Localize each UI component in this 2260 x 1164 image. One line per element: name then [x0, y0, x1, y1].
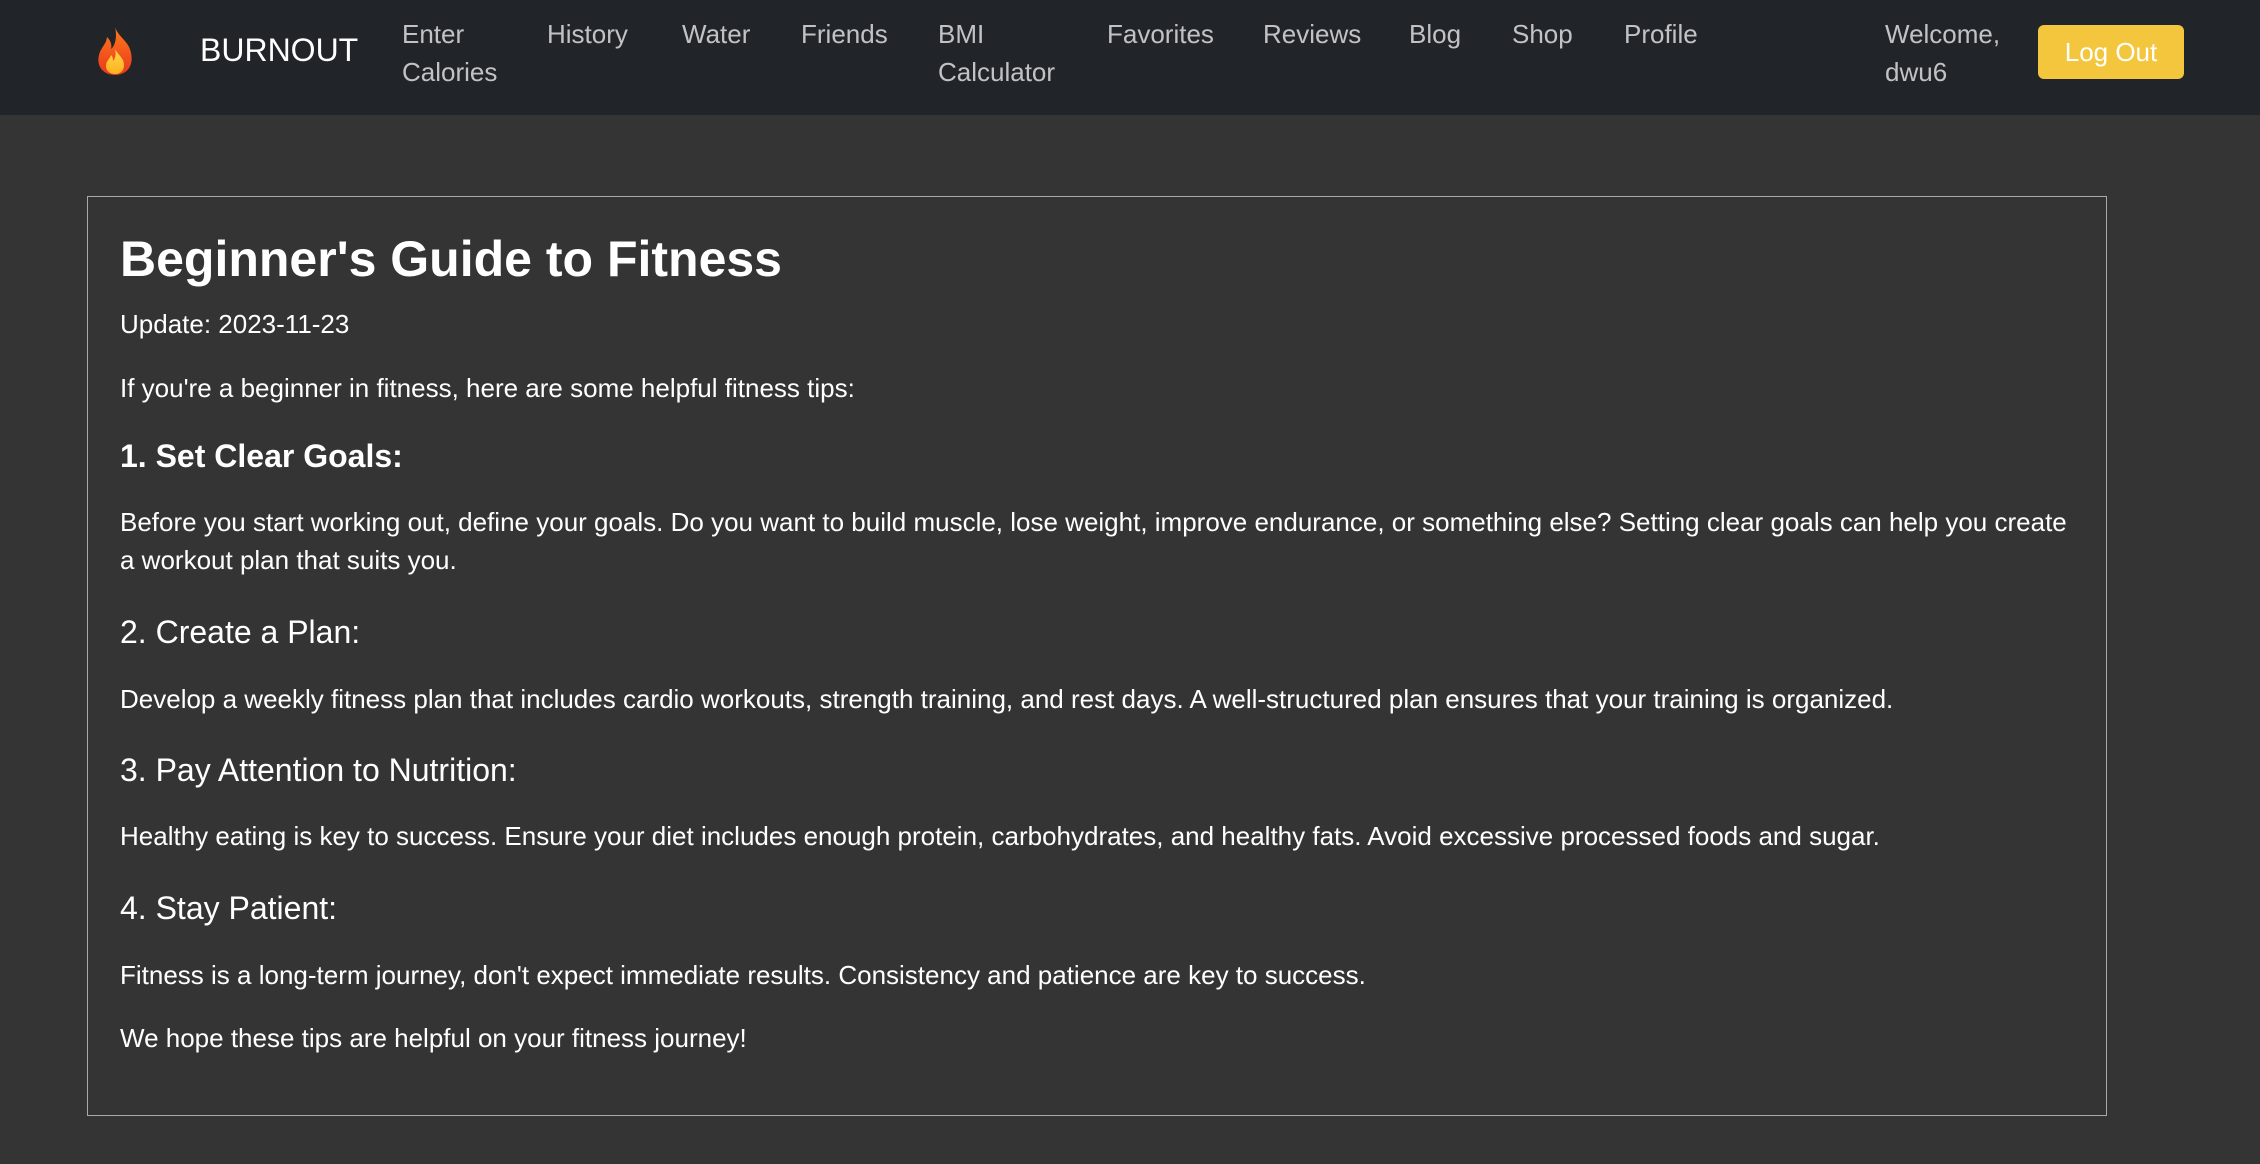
- brand-name[interactable]: BURNOUT: [200, 30, 358, 70]
- welcome-text: Welcome, dwu6: [1885, 15, 2000, 91]
- nav-link-label: Enter: [402, 19, 465, 49]
- nav-link-history[interactable]: History: [547, 15, 628, 53]
- section-heading: 4. Stay Patient:: [120, 890, 338, 926]
- nav-link-label: Blog: [1409, 19, 1462, 49]
- fire-icon[interactable]: [91, 25, 139, 77]
- nav-link-label: Calories: [402, 57, 498, 87]
- blog-article: Beginner's Guide to Fitness Update: 2023…: [87, 196, 2107, 1116]
- section-heading: 3. Pay Attention to Nutrition:: [120, 752, 517, 788]
- article-intro: If you're a beginner in fitness, here ar…: [120, 373, 855, 403]
- section-body: Develop a weekly fitness plan that inclu…: [120, 684, 1894, 714]
- nav-link-friends[interactable]: Friends: [801, 15, 888, 53]
- logout-button[interactable]: Log Out: [2038, 25, 2184, 79]
- section-body: Before you start working out, define you…: [120, 507, 2067, 575]
- section-heading: 1. Set Clear Goals:: [120, 438, 403, 474]
- nav-link-label: History: [547, 19, 628, 49]
- article-closing: We hope these tips are helpful on your f…: [120, 1023, 747, 1053]
- nav-link-label: BMI: [938, 19, 985, 49]
- nav-link-label: Water: [682, 19, 751, 49]
- nav-link-bmi-calculator[interactable]: BMI Calculator: [938, 15, 1055, 91]
- welcome-line: Welcome,: [1885, 19, 2001, 49]
- nav-link-label: Profile: [1624, 19, 1698, 49]
- nav-link-shop[interactable]: Shop: [1512, 15, 1573, 53]
- nav-link-reviews[interactable]: Reviews: [1263, 15, 1361, 53]
- nav-link-blog[interactable]: Blog: [1409, 15, 1461, 53]
- nav-link-label: Favorites: [1107, 19, 1214, 49]
- nav-link-water[interactable]: Water: [682, 15, 750, 53]
- username: dwu6: [1885, 57, 1948, 87]
- nav-link-enter-calories[interactable]: Enter Calories: [402, 15, 497, 91]
- article-update-date: Update: 2023-11-23: [120, 309, 350, 339]
- article-title: Beginner's Guide to Fitness: [120, 231, 782, 287]
- section-body: Healthy eating is key to success. Ensure…: [120, 821, 1880, 851]
- top-navbar: BURNOUT Enter Calories History Water Fri…: [0, 0, 2260, 115]
- nav-link-favorites[interactable]: Favorites: [1107, 15, 1214, 53]
- nav-link-profile[interactable]: Profile: [1624, 15, 1698, 53]
- nav-link-label: Friends: [801, 19, 888, 49]
- section-body: Fitness is a long-term journey, don't ex…: [120, 960, 1366, 990]
- section-heading: 2. Create a Plan:: [120, 614, 361, 650]
- nav-link-label: Reviews: [1263, 19, 1362, 49]
- nav-link-label: Calculator: [938, 57, 1056, 87]
- nav-link-label: Shop: [1512, 19, 1573, 49]
